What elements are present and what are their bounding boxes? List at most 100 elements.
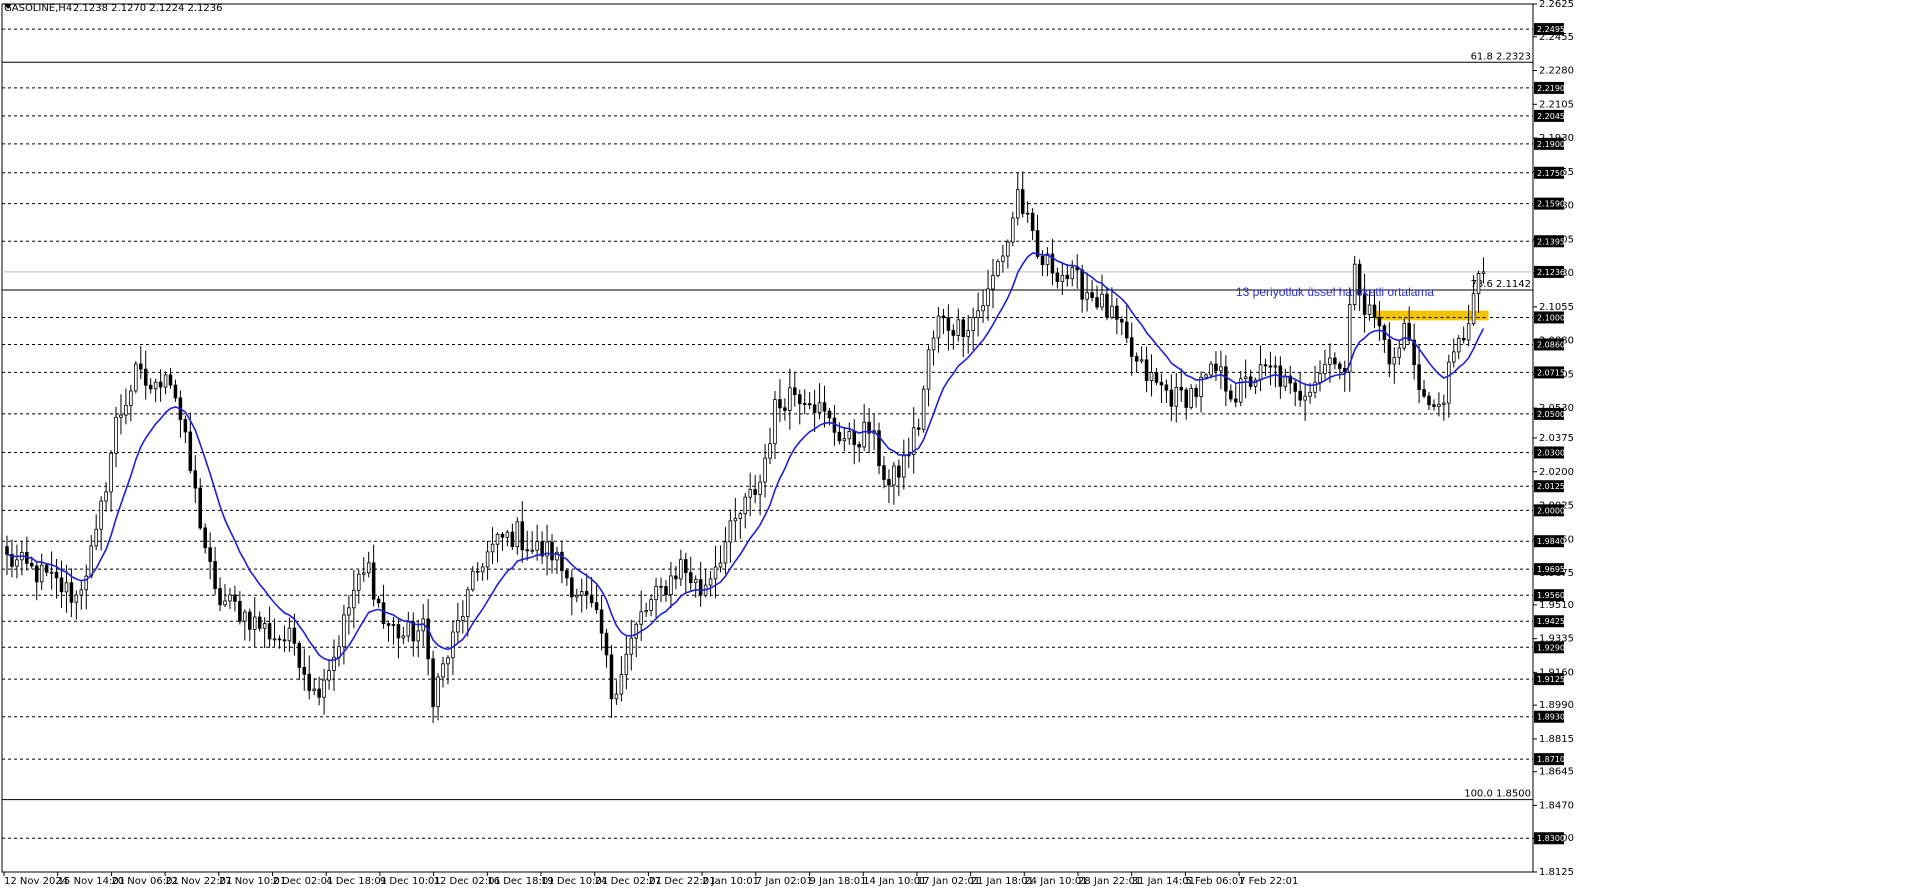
candle-body bbox=[312, 688, 316, 691]
candle-body bbox=[485, 551, 490, 568]
candle-body bbox=[391, 624, 396, 626]
candle-body bbox=[1124, 321, 1129, 339]
candle-body bbox=[1169, 389, 1174, 407]
candle-body bbox=[579, 591, 584, 596]
candle-body bbox=[1095, 297, 1099, 308]
candle-body bbox=[966, 330, 970, 337]
candle-body bbox=[1090, 292, 1094, 298]
candle-body bbox=[822, 402, 827, 412]
candle-body bbox=[1164, 384, 1169, 391]
candle-body bbox=[916, 427, 921, 430]
level-price-tag-text: 2.0860 bbox=[1537, 340, 1565, 349]
candle-body bbox=[451, 631, 455, 659]
candle-body bbox=[69, 582, 74, 603]
level-price-tag-text: 1.8930 bbox=[1537, 713, 1565, 722]
candle-body bbox=[1149, 372, 1154, 381]
highlight-zone bbox=[1374, 310, 1489, 321]
candle-body bbox=[941, 315, 946, 319]
candle-body bbox=[401, 635, 406, 639]
candle-body bbox=[921, 388, 926, 430]
candle-body bbox=[228, 594, 232, 602]
candle-body bbox=[1377, 317, 1382, 327]
candle-body bbox=[550, 541, 554, 561]
candle-body bbox=[1298, 390, 1302, 401]
candle-body bbox=[1442, 402, 1446, 405]
candle-body bbox=[793, 387, 797, 396]
level-price-tag-text: 2.0000 bbox=[1537, 506, 1565, 515]
candle-body bbox=[143, 368, 148, 386]
level-price-tag-text: 1.9425 bbox=[1537, 617, 1565, 626]
candle-body bbox=[1293, 382, 1297, 392]
candle-body bbox=[624, 653, 629, 675]
price-tick-label: 2.0375 bbox=[1539, 433, 1574, 444]
candle-body bbox=[104, 491, 108, 502]
candle-body bbox=[847, 430, 852, 440]
candle-body bbox=[1303, 395, 1307, 401]
candle-body bbox=[659, 585, 663, 588]
candle-body bbox=[629, 637, 634, 655]
candle-body bbox=[34, 565, 39, 583]
candle-body bbox=[584, 591, 589, 596]
time-tick-label: 5 Feb 06:01 bbox=[1185, 876, 1244, 887]
level-price-tag-text: 1.8300 bbox=[1537, 834, 1565, 843]
candle-body bbox=[1194, 388, 1198, 397]
candle-body bbox=[1471, 293, 1476, 325]
candle-body bbox=[991, 275, 995, 290]
candle-body bbox=[827, 410, 832, 419]
candle-body bbox=[669, 575, 673, 595]
candle-body bbox=[1129, 337, 1134, 357]
candle-body bbox=[470, 570, 475, 591]
candle-body bbox=[490, 543, 495, 553]
level-price-tag-text: 1.9840 bbox=[1537, 537, 1565, 546]
time-tick-label: 9 Dec 10:01 bbox=[380, 876, 441, 887]
candle-body bbox=[1085, 292, 1089, 300]
candle-body bbox=[986, 288, 990, 307]
candle-body bbox=[1258, 364, 1263, 381]
price-tick-label: 1.9510 bbox=[1539, 600, 1574, 611]
candle-body bbox=[1447, 361, 1451, 404]
time-axis: 12 Nov 202415 Nov 14:0120 Nov 06:0122 No… bbox=[3, 872, 1298, 887]
candle-body bbox=[723, 541, 728, 564]
candle-body bbox=[1189, 388, 1193, 408]
candle-body bbox=[49, 571, 54, 574]
candle-body bbox=[208, 547, 212, 562]
candle-body bbox=[802, 403, 807, 405]
candle-body bbox=[183, 419, 188, 433]
price-tick-label: 1.8470 bbox=[1539, 800, 1574, 811]
price-tick-label: 1.8125 bbox=[1539, 867, 1574, 878]
time-tick-label: 4 Dec 18:01 bbox=[326, 876, 387, 887]
candle-body bbox=[693, 579, 698, 584]
candle-body bbox=[708, 578, 713, 586]
candle-body bbox=[1035, 230, 1040, 257]
candle-body bbox=[1080, 269, 1084, 300]
candle-body bbox=[996, 260, 1000, 276]
candle-body bbox=[436, 676, 440, 708]
candle-body bbox=[758, 481, 762, 495]
candle-body bbox=[1060, 274, 1065, 282]
candle-body bbox=[1481, 271, 1486, 274]
candle-body bbox=[342, 614, 346, 648]
candle-body bbox=[114, 416, 118, 454]
candle-body bbox=[416, 630, 421, 642]
candle-body bbox=[5, 546, 9, 555]
candle-body bbox=[817, 402, 822, 413]
level-price-tag-text: 2.2045 bbox=[1537, 112, 1565, 121]
candle-body bbox=[649, 599, 653, 611]
candle-body bbox=[188, 431, 193, 472]
candle-body bbox=[59, 577, 64, 593]
plot-frame bbox=[1, 3, 1534, 873]
candle-body bbox=[406, 621, 411, 637]
price-chart[interactable]: 61.8 2.232373.6 2.1142100.0 1.8500 2.262… bbox=[0, 0, 1916, 888]
candle-body bbox=[461, 616, 465, 621]
candle-body bbox=[193, 470, 198, 489]
candle-body bbox=[475, 570, 480, 573]
candle-body bbox=[124, 404, 128, 416]
candle-body bbox=[614, 693, 619, 700]
candle-body bbox=[728, 520, 733, 543]
candle-body bbox=[961, 319, 966, 337]
candle-body bbox=[1372, 304, 1377, 318]
candle-body bbox=[887, 479, 891, 486]
candle-body bbox=[396, 624, 401, 639]
candle-body bbox=[604, 632, 609, 656]
candle-body bbox=[1461, 337, 1466, 341]
